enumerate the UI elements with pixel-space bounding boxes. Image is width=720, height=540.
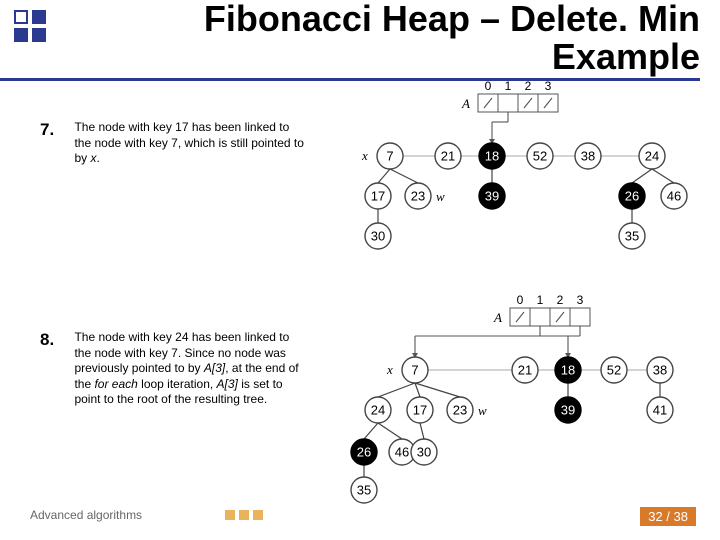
- svg-text:17: 17: [413, 403, 427, 418]
- svg-text:1: 1: [505, 79, 512, 93]
- svg-text:35: 35: [357, 483, 371, 498]
- svg-text:46: 46: [395, 445, 409, 460]
- svg-text:38: 38: [653, 363, 667, 378]
- svg-text:39: 39: [561, 403, 575, 418]
- svg-text:41: 41: [653, 403, 667, 418]
- svg-text:52: 52: [607, 363, 621, 378]
- svg-text:0: 0: [517, 293, 524, 307]
- svg-text:w: w: [478, 403, 487, 418]
- svg-text:3: 3: [577, 293, 584, 307]
- svg-text:46: 46: [667, 189, 681, 204]
- svg-text:7: 7: [411, 363, 418, 378]
- svg-text:A: A: [493, 310, 502, 325]
- step-8-text: The node with key 24 has been linked to …: [74, 330, 304, 408]
- svg-text:x: x: [386, 362, 393, 377]
- svg-text:26: 26: [357, 445, 371, 460]
- svg-text:0: 0: [485, 79, 492, 93]
- svg-text:35: 35: [625, 229, 639, 244]
- svg-text:21: 21: [518, 363, 532, 378]
- slide-title: Fibonacci Heap – Delete. Min Example: [0, 0, 700, 81]
- svg-text:2: 2: [557, 293, 564, 307]
- step-8-number: 8.: [40, 330, 70, 350]
- svg-text:18: 18: [561, 363, 575, 378]
- svg-text:30: 30: [417, 445, 431, 460]
- footer-dots: [225, 510, 263, 520]
- svg-text:24: 24: [371, 403, 385, 418]
- svg-text:52: 52: [533, 149, 547, 164]
- svg-text:24: 24: [645, 149, 659, 164]
- step-7-text: The node with key 17 has been linked to …: [74, 120, 304, 167]
- svg-text:3: 3: [545, 79, 552, 93]
- svg-text:30: 30: [371, 229, 385, 244]
- svg-text:7: 7: [386, 149, 393, 164]
- svg-text:1: 1: [537, 293, 544, 307]
- svg-text:w: w: [436, 189, 445, 204]
- svg-text:2: 2: [525, 79, 532, 93]
- page-number: 32 / 38: [640, 507, 696, 526]
- step-8: 8. The node with key 24 has been linked …: [40, 330, 304, 408]
- svg-text:23: 23: [411, 189, 425, 204]
- svg-text:17: 17: [371, 189, 385, 204]
- svg-text:26: 26: [625, 189, 639, 204]
- step-7-number: 7.: [40, 120, 70, 140]
- svg-text:39: 39: [485, 189, 499, 204]
- svg-text:21: 21: [441, 149, 455, 164]
- footer-left: Advanced algorithms: [30, 508, 142, 522]
- title-line-2: Example: [552, 36, 700, 77]
- svg-text:23: 23: [453, 403, 467, 418]
- diagram-step-7: A0123x721185238241723w3926463035: [360, 86, 710, 266]
- title-line-1: Fibonacci Heap – Delete. Min: [204, 0, 700, 39]
- step-7: 7. The node with key 17 has been linked …: [40, 120, 304, 167]
- svg-text:A: A: [461, 96, 470, 111]
- svg-text:x: x: [361, 148, 368, 163]
- svg-text:38: 38: [581, 149, 595, 164]
- diagram-step-8: A0123x721185238241723w394126463035: [360, 300, 710, 495]
- svg-text:18: 18: [485, 149, 499, 164]
